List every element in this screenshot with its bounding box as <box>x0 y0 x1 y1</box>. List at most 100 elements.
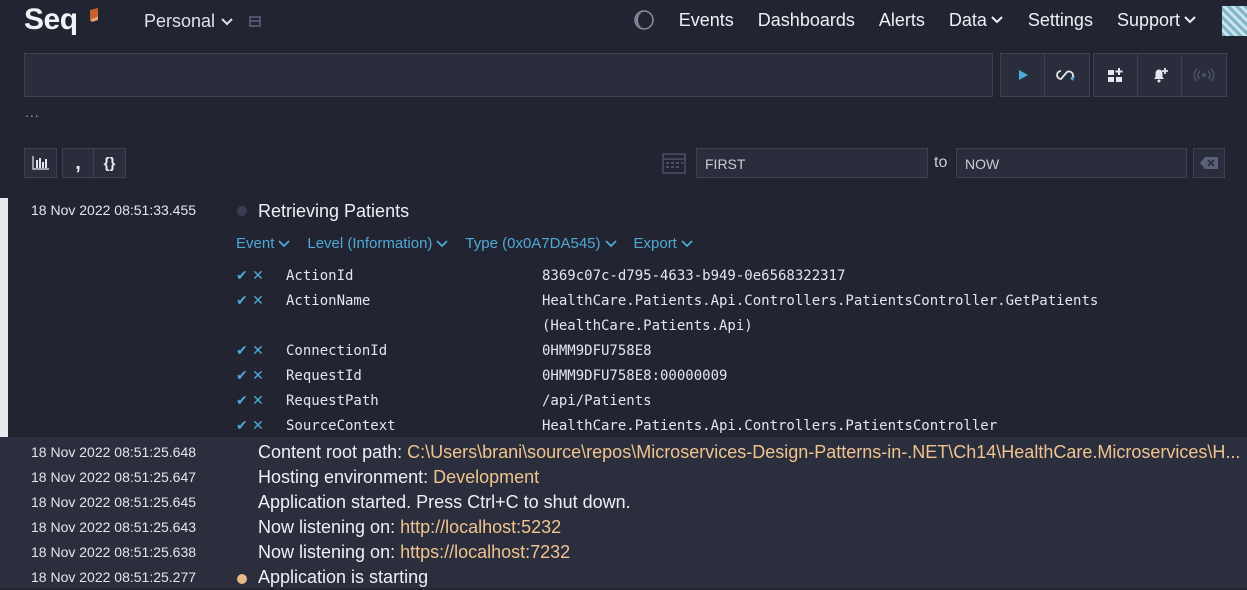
nav-data-label: Data <box>948 9 987 30</box>
property-key: ConnectionId <box>286 343 388 359</box>
event-timestamp: 18 Nov 2022 08:51:25.645 <box>31 494 197 510</box>
range-from-input[interactable]: FIRST <box>696 148 928 178</box>
export-menu-item[interactable]: Export <box>634 235 693 252</box>
property-actions[interactable]: ✔ ✕ <box>236 268 264 284</box>
type-menu-label: Type (0x0A7DA545) <box>465 235 601 252</box>
event-message: Retrieving Patients <box>258 201 410 221</box>
selection-bar <box>0 198 8 437</box>
chevron-down-icon <box>604 239 617 247</box>
event-row[interactable]: 18 Nov 2022 08:51:25.638 Now listening o… <box>0 540 1247 565</box>
event-row[interactable]: 18 Nov 2022 08:51:25.648 Content root pa… <box>0 440 1247 465</box>
calendar-icon[interactable] <box>662 152 686 174</box>
dashboard-add-icon <box>1107 68 1122 82</box>
clear-range-button[interactable] <box>1193 148 1225 178</box>
event-message: Now listening on: https://localhost:7232 <box>258 542 570 563</box>
nav-dashboards[interactable]: Dashboards <box>758 10 855 31</box>
user-avatar[interactable] <box>1222 6 1247 36</box>
more-options[interactable]: ... <box>25 104 40 120</box>
property-value: 0HMM9DFU758E8 <box>542 343 652 359</box>
property-actions[interactable]: ✔ ✕ <box>236 393 264 409</box>
nav-alerts[interactable]: Alerts <box>879 10 925 31</box>
broadcast-button[interactable] <box>1182 54 1226 96</box>
property-actions[interactable]: ✔ ✕ <box>236 343 264 359</box>
export-menu-label: Export <box>633 235 677 252</box>
message-value: https://localhost:7232 <box>400 542 571 562</box>
workspace-selector[interactable]: Personal <box>144 11 234 32</box>
play-icon <box>1018 70 1028 80</box>
property-actions[interactable]: ✔ ✕ <box>236 418 264 434</box>
level-menu-item[interactable]: Level (Information) <box>307 235 449 252</box>
property-value: /api/Patients <box>542 393 652 409</box>
nav-settings[interactable]: Settings <box>1028 10 1093 31</box>
chevron-down-icon <box>436 239 449 247</box>
event-menu-item[interactable]: Event <box>236 235 290 252</box>
event-row[interactable]: 18 Nov 2022 08:51:25.643 Now listening o… <box>0 515 1247 540</box>
nav-support-label: Support <box>1116 9 1180 30</box>
histogram-button[interactable] <box>25 149 56 177</box>
logo-mark-icon <box>90 8 98 22</box>
level-menu-label: Level (Information) <box>307 235 433 252</box>
range-to-input[interactable]: NOW <box>956 148 1187 178</box>
event-timestamp: 18 Nov 2022 08:51:25.643 <box>31 519 197 535</box>
bar-chart-icon <box>31 156 49 170</box>
event-timestamp: 18 Nov 2022 08:51:25.648 <box>31 444 197 460</box>
type-menu-item[interactable]: Type (0x0A7DA545) <box>465 235 617 252</box>
event-timestamp: 18 Nov 2022 08:51:25.647 <box>31 469 197 485</box>
message-text: Content root path: <box>258 442 408 462</box>
event-menu-label: Event <box>236 235 275 252</box>
property-key: RequestPath <box>286 393 379 409</box>
workspace-icon[interactable] <box>248 14 262 28</box>
chevron-down-icon <box>221 17 233 25</box>
event-row[interactable]: 18 Nov 2022 08:51:25.277 Application is … <box>0 565 1247 590</box>
message-text: Application is starting <box>258 567 429 587</box>
format-toolbar: , {} <box>62 148 126 178</box>
add-to-dashboard-button[interactable] <box>1094 54 1138 96</box>
property-key: ActionName <box>286 293 371 309</box>
chevron-down-icon <box>681 239 693 247</box>
message-text: Application started. Press Ctrl+C to shu… <box>258 492 631 512</box>
message-value: Development <box>433 467 540 487</box>
search-input[interactable] <box>24 53 993 97</box>
message-text: Hosting environment: <box>258 467 434 487</box>
event-message: Content root path: C:\Users\brani\source… <box>258 442 1240 463</box>
property-actions[interactable]: ✔ ✕ <box>236 293 264 309</box>
tail-button[interactable] <box>1045 54 1089 96</box>
seq-logo[interactable]: Seq <box>24 3 78 37</box>
signal-actions <box>1093 53 1227 97</box>
json-view-button[interactable]: {} <box>94 149 125 177</box>
add-alert-button[interactable] <box>1138 54 1182 96</box>
top-bar: Seq Personal Events Dashboards Alerts Da… <box>0 0 1247 44</box>
event-timestamp: 18 Nov 2022 08:51:25.277 <box>31 569 197 585</box>
range-to-label: to <box>934 154 948 171</box>
search-actions <box>1000 53 1090 97</box>
nav-data[interactable]: Data <box>949 10 1004 31</box>
property-value: 8369c07c-d795-4633-b949-0e6568322317 <box>542 268 846 284</box>
message-value: http://localhost:5232 <box>400 517 562 537</box>
compact-view-button[interactable]: , <box>63 149 94 177</box>
tail-icon <box>1056 70 1075 81</box>
event-menu: Event Level (Information) Type (0x0A7DA5… <box>236 235 693 252</box>
event-row[interactable]: 18 Nov 2022 08:51:25.645 Application sta… <box>0 490 1247 515</box>
chevron-down-icon <box>278 239 290 247</box>
property-value: HealthCare.Patients.Api.Controllers.Pati… <box>542 293 1099 309</box>
level-indicator <box>237 574 247 584</box>
event-message: Application started. Press Ctrl+C to shu… <box>258 492 631 513</box>
event-list: 18 Nov 2022 08:51:25.648 Content root pa… <box>0 437 1247 588</box>
event-row[interactable]: 18 Nov 2022 08:51:25.647 Hosting environ… <box>0 465 1247 490</box>
backspace-icon <box>1200 157 1218 169</box>
event-timestamp: 18 Nov 2022 08:51:25.638 <box>31 544 197 560</box>
nav-support[interactable]: Support <box>1117 10 1197 31</box>
workspace-label: Personal <box>144 11 216 31</box>
expanded-event[interactable]: 18 Nov 2022 08:51:33.455 Retrieving Pati… <box>0 198 1247 437</box>
main-nav: Events Dashboards Alerts Data Settings S… <box>633 9 1197 31</box>
bell-add-icon <box>1153 68 1168 83</box>
property-actions[interactable]: ✔ ✕ <box>236 368 264 384</box>
nav-events[interactable]: Events <box>679 10 734 31</box>
property-value: HealthCare.Patients.Api.Controllers.Pati… <box>542 418 998 434</box>
run-query-button[interactable] <box>1001 54 1045 96</box>
message-text: Now listening on: <box>258 542 401 562</box>
event-message: Application is starting <box>258 567 428 588</box>
event-message: Now listening on: http://localhost:5232 <box>258 517 561 538</box>
property-value: 0HMM9DFU758E8:00000009 <box>542 368 728 384</box>
theme-toggle-icon[interactable] <box>633 9 655 31</box>
